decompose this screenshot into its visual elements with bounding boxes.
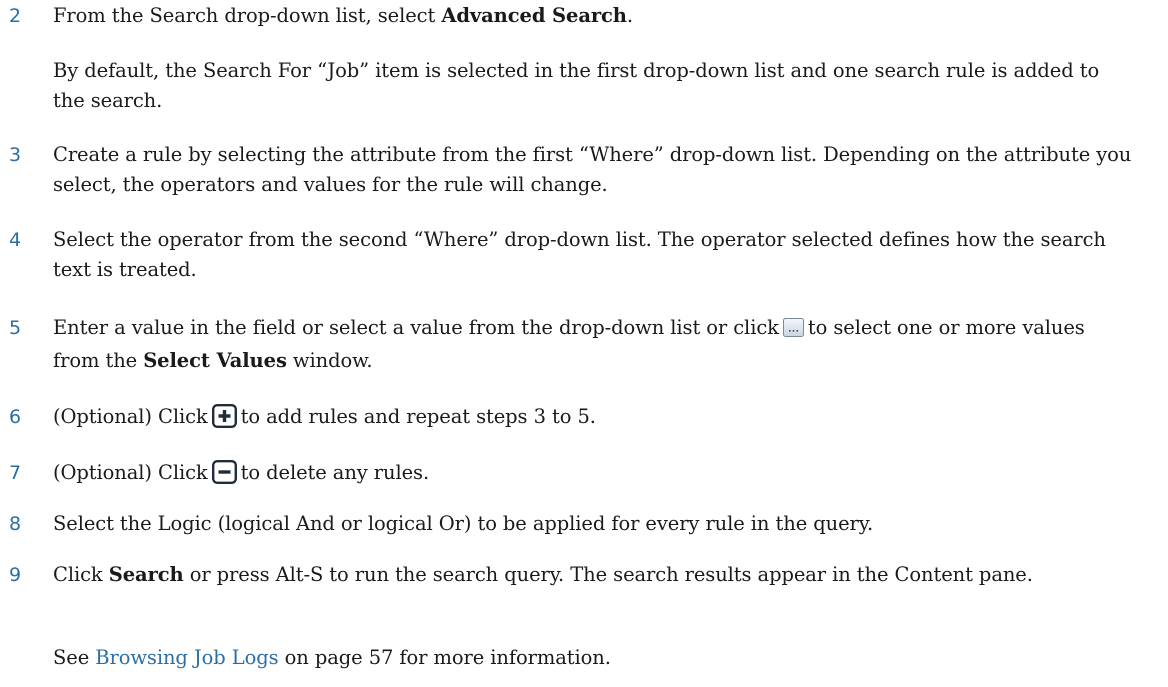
step-2-note: By default, the Search For “Job” item is…: [53, 59, 1100, 112]
step-text: Click Search or press Alt-S to run the s…: [53, 563, 1033, 586]
step-number: 3: [9, 144, 22, 166]
page-number: 57: [368, 646, 394, 669]
step-text: (Optional) Click to add rules and repeat …: [53, 402, 1133, 435]
step-number: 7: [9, 462, 22, 484]
ellipsis-button-icon: [782, 316, 804, 346]
step-number: 4: [9, 229, 22, 251]
step-text: (Optional) Click to delete any rules.: [53, 458, 1133, 491]
step-text: Create a rule by selecting the attribute…: [53, 143, 1132, 196]
add-rule-icon: [211, 404, 237, 435]
delete-rule-icon: [211, 460, 237, 491]
step-text: From the Search drop-down list, select A…: [53, 4, 633, 27]
step-text: Enter a value in the field or select a v…: [53, 316, 1085, 372]
advanced-search-term: Advanced Search: [441, 4, 627, 27]
document-page: 2 From the Search drop-down list, select…: [0, 0, 1168, 687]
step-number: 9: [9, 564, 22, 586]
step-number: 8: [9, 513, 22, 535]
select-values-term: Select Values: [143, 349, 287, 372]
search-term: Search: [108, 563, 184, 586]
step-number: 5: [9, 317, 22, 339]
browsing-job-logs-link[interactable]: Browsing Job Logs: [95, 646, 278, 669]
step-text: Select the operator from the second “Whe…: [53, 228, 1106, 281]
step-text: Select the Logic (logical And or logical…: [53, 512, 874, 535]
see-also-line: See Browsing Job Logs on page 57 for mor…: [53, 646, 611, 669]
step-number: 2: [9, 5, 22, 27]
step-number: 6: [9, 406, 22, 428]
